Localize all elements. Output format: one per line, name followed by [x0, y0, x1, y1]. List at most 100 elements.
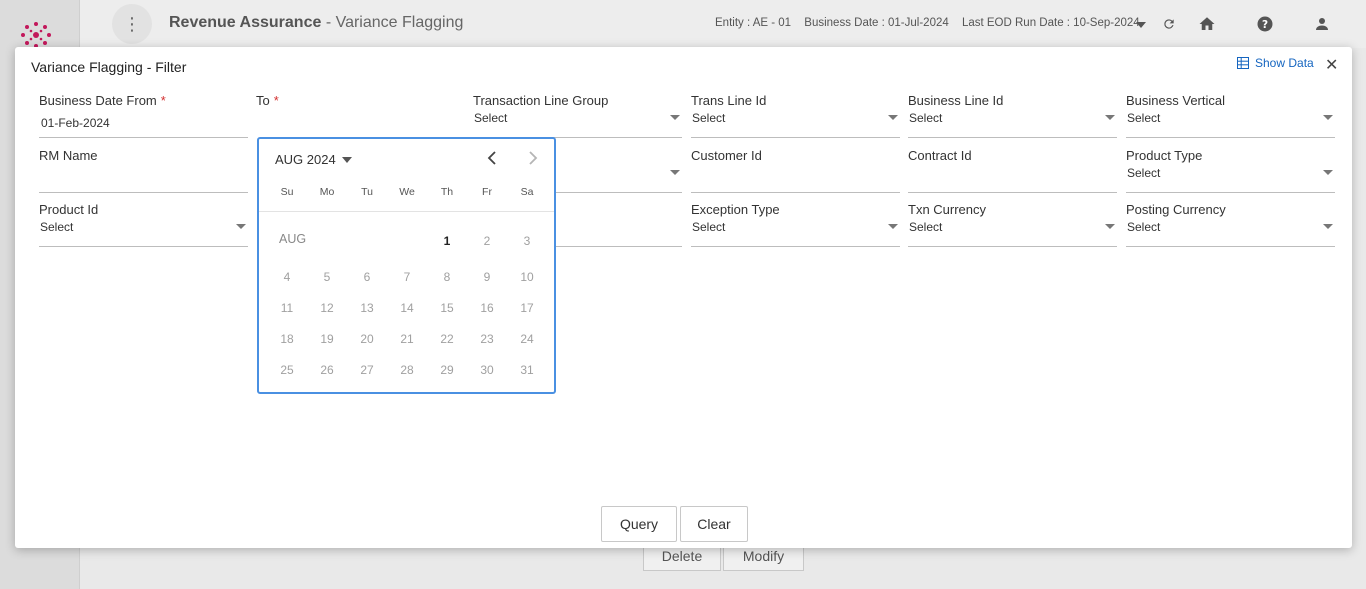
weekday-header: Su	[280, 186, 294, 198]
calendar-day: 21	[400, 332, 414, 346]
chevron-down-icon	[1105, 224, 1115, 229]
chevron-down-icon	[1323, 115, 1333, 120]
calendar-day: 6	[363, 270, 371, 284]
calendar-day: 4	[283, 270, 291, 284]
help-icon[interactable]: ?	[1254, 13, 1276, 35]
rm-name-field[interactable]: RM Name	[39, 148, 248, 193]
customer-id-field[interactable]: Customer Id	[691, 148, 900, 193]
calendar-day: 5	[323, 270, 331, 284]
calendar-month-year: AUG 2024	[275, 152, 336, 167]
month-year-selector[interactable]: AUG 2024	[275, 152, 352, 167]
page-name: - Variance Flagging	[321, 14, 464, 31]
app-name: Revenue Assurance	[169, 14, 322, 31]
select-value: Select	[1127, 111, 1161, 125]
calendar-month-label: AUG	[279, 232, 307, 246]
calendar-day: 28	[400, 363, 414, 377]
calendar-day: 29	[440, 363, 454, 377]
calendar-day: 17	[520, 301, 534, 315]
calendar-day: 15	[440, 301, 454, 315]
grid-icon	[1237, 57, 1249, 69]
calendar-day: 16	[480, 301, 494, 315]
prev-month-icon[interactable]	[486, 149, 498, 170]
calendar-day: 30	[480, 363, 494, 377]
chevron-down-icon	[1323, 224, 1333, 229]
dropdown-caret-icon[interactable]	[1131, 16, 1151, 34]
filter-dialog: Variance Flagging - Filter Show Data ✕ B…	[15, 47, 1352, 548]
dialog-title: Variance Flagging - Filter	[31, 59, 187, 75]
close-icon[interactable]: ✕	[1325, 55, 1338, 75]
select-value: Select	[909, 111, 943, 125]
required-marker: *	[273, 93, 279, 108]
chevron-down-icon	[1323, 170, 1333, 175]
chevron-down-icon	[236, 224, 246, 229]
business-date-from-field[interactable]: Business Date From * 01-Feb-2024	[39, 93, 248, 138]
required-marker: *	[160, 93, 166, 108]
svg-text:?: ?	[1262, 19, 1268, 31]
calendar-day: 13	[360, 301, 374, 315]
calendar-day: 26	[320, 363, 334, 377]
entity-info: Entity : AE - 01	[715, 17, 792, 29]
next-month-icon[interactable]	[527, 149, 539, 170]
more-menu-icon[interactable]: ⋮	[112, 4, 152, 44]
calendar-divider	[259, 211, 554, 212]
field-label: Product Type	[1126, 148, 1203, 163]
calendar-day: 27	[360, 363, 374, 377]
product-type-select[interactable]: Product Type Select	[1126, 148, 1335, 193]
product-id-select[interactable]: Product Id Select	[39, 202, 248, 247]
business-vertical-select[interactable]: Business Vertical Select	[1126, 93, 1335, 138]
calendar-day: 22	[440, 332, 454, 346]
calendar-day: 18	[280, 332, 294, 346]
chevron-down-icon	[888, 115, 898, 120]
weekday-header: Tu	[361, 186, 373, 198]
select-value: Select	[40, 220, 74, 234]
weekday-header: Th	[440, 186, 454, 198]
field-label: Transaction Line Group	[473, 93, 609, 108]
query-button[interactable]: Query	[601, 506, 677, 542]
show-data-label: Show Data	[1255, 56, 1314, 70]
page-title: Revenue Assurance - Variance Flagging	[169, 14, 463, 32]
business-date-from-value: 01-Feb-2024	[41, 116, 110, 130]
calendar-day: 24	[520, 332, 534, 346]
contract-id-field[interactable]: Contract Id	[908, 148, 1117, 193]
field-label: Trans Line Id	[691, 93, 767, 108]
field-label: Business Vertical	[1126, 93, 1225, 108]
date-picker-popup: AUG 2024 AUG Su Mo Tu We Th Fr Sa 1 2 3 4 5 6 7 8 9 10 1…	[257, 137, 556, 394]
business-date-info: Business Date : 01-Jul-2024	[804, 17, 949, 29]
trans-line-id-select[interactable]: Trans Line Id Select	[691, 93, 900, 138]
refresh-icon[interactable]	[1158, 13, 1180, 35]
select-value: Select	[692, 220, 726, 234]
field-label: To	[256, 93, 270, 108]
weekday-header: Fr	[482, 186, 492, 198]
chevron-down-icon	[1105, 115, 1115, 120]
field-label: Posting Currency	[1126, 202, 1226, 217]
select-value: Select	[909, 220, 943, 234]
transaction-line-group-select[interactable]: Transaction Line Group Select	[473, 93, 682, 138]
txn-currency-select[interactable]: Txn Currency Select	[908, 202, 1117, 247]
caret-down-icon	[341, 156, 352, 163]
select-value: Select	[474, 111, 508, 125]
calendar-day: 9	[483, 270, 491, 284]
calendar-day: 3	[523, 234, 531, 248]
chevron-down-icon	[670, 115, 680, 120]
exception-type-select[interactable]: Exception Type Select	[691, 202, 900, 247]
calendar-day: 8	[443, 270, 451, 284]
select-value: Select	[1127, 220, 1161, 234]
home-icon[interactable]	[1196, 13, 1218, 35]
calendar-day[interactable]: 1	[427, 234, 467, 248]
weekday-header: Sa	[520, 186, 534, 198]
field-label: RM Name	[39, 148, 98, 163]
business-line-id-select[interactable]: Business Line Id Select	[908, 93, 1117, 138]
field-label: Business Line Id	[908, 93, 1004, 108]
to-date-field[interactable]: To *	[256, 93, 465, 138]
show-data-link[interactable]: Show Data	[1237, 56, 1314, 70]
calendar-day: 19	[320, 332, 334, 346]
calendar-day: 31	[520, 363, 534, 377]
field-label: Business Date From	[39, 93, 157, 108]
context-info: Entity : AE - 01 Business Date : 01-Jul-…	[715, 17, 1150, 29]
calendar-day: 7	[403, 270, 411, 284]
clear-button[interactable]: Clear	[680, 506, 748, 542]
calendar-day: 14	[400, 301, 414, 315]
user-icon[interactable]	[1311, 13, 1333, 35]
field-label: Contract Id	[908, 148, 972, 163]
posting-currency-select[interactable]: Posting Currency Select	[1126, 202, 1335, 247]
